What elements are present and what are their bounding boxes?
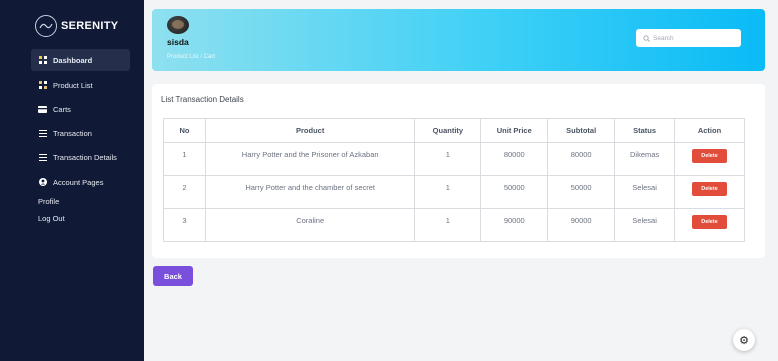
sidebar-item-product-list[interactable]: Product List: [31, 74, 130, 96]
sidebar-subitem-logout[interactable]: Log Out: [38, 214, 65, 223]
column-header: Action: [674, 118, 745, 143]
search-placeholder: Search: [653, 34, 674, 42]
cell-action: Delete: [674, 208, 745, 242]
delete-button[interactable]: Delete: [692, 149, 728, 163]
sidebar-item-label: Transaction Details: [53, 152, 117, 162]
cell-action: Delete: [674, 142, 745, 176]
logo-icon: [35, 15, 57, 37]
column-header: No: [163, 118, 206, 143]
table-row: 2 Harry Potter and the chamber of secret…: [163, 175, 745, 209]
user-name: sisda: [167, 37, 189, 47]
column-header: Product: [204, 118, 416, 143]
cell-status: Selesai: [614, 208, 676, 242]
list-icon: [38, 129, 47, 137]
cell-product: Harry Potter and the chamber of secret: [204, 175, 416, 209]
avatar[interactable]: [167, 16, 189, 34]
column-header: Quantity: [414, 118, 482, 143]
delete-button[interactable]: Delete: [692, 182, 728, 196]
sidebar-item-label: Dashboard: [53, 55, 93, 65]
cell-quantity: 1: [414, 175, 482, 209]
cell-quantity: 1: [414, 208, 482, 242]
cell-subtotal: 80000: [547, 142, 616, 176]
cell-product: Harry Potter and the Prisoner of Azkaban: [204, 142, 416, 176]
page-header: sisda Product List / Cart Search: [152, 9, 765, 71]
table-header-row: No Product Quantity Unit Price Subtotal …: [163, 118, 745, 143]
brand-name: SERENITY: [61, 20, 119, 32]
cell-no: 1: [163, 142, 206, 176]
breadcrumb: Product List / Cart: [167, 54, 216, 60]
column-header: Subtotal: [547, 118, 616, 143]
sidebar: SERENITY Dashboard Product List Carts Tr…: [0, 0, 144, 361]
sidebar-item-dashboard[interactable]: Dashboard: [31, 49, 130, 71]
cell-action: Delete: [674, 175, 745, 209]
cell-product: Coraline: [204, 208, 416, 242]
search-icon: [643, 34, 650, 42]
column-header: Unit Price: [480, 118, 549, 143]
sidebar-subitem-profile[interactable]: Profile: [38, 197, 59, 206]
list-icon: [38, 153, 47, 161]
sidebar-item-account-pages[interactable]: Account Pages: [31, 171, 130, 193]
settings-button[interactable]: ⚙: [733, 329, 755, 351]
card-title: List Transaction Details: [161, 95, 244, 104]
table-row: 1 Harry Potter and the Prisoner of Azkab…: [163, 142, 745, 176]
user-icon: [38, 178, 47, 186]
card-icon: [38, 105, 47, 113]
delete-button[interactable]: Delete: [692, 215, 728, 229]
sidebar-item-label: Account Pages: [53, 177, 104, 187]
transaction-table: No Product Quantity Unit Price Subtotal …: [163, 118, 745, 242]
sidebar-item-transaction[interactable]: Transaction: [31, 122, 130, 144]
cell-unit-price: 90000: [480, 208, 549, 242]
cell-quantity: 1: [414, 142, 482, 176]
cell-status: Dikemas: [614, 142, 676, 176]
cell-unit-price: 50000: [480, 175, 549, 209]
sidebar-item-label: Product List: [53, 80, 93, 90]
gear-icon: ⚙: [739, 334, 749, 347]
cell-subtotal: 50000: [547, 175, 616, 209]
cell-unit-price: 80000: [480, 142, 549, 176]
cell-status: Selesai: [614, 175, 676, 209]
search-input[interactable]: Search: [636, 29, 741, 47]
sidebar-item-transaction-details[interactable]: Transaction Details: [31, 146, 130, 168]
back-button[interactable]: Back: [153, 266, 193, 286]
sidebar-item-label: Transaction: [53, 128, 92, 138]
cell-subtotal: 90000: [547, 208, 616, 242]
sidebar-item-carts[interactable]: Carts: [31, 98, 130, 120]
table-row: 3 Coraline 1 90000 90000 Selesai Delete: [163, 208, 745, 242]
transaction-details-card: List Transaction Details No Product Quan…: [152, 84, 765, 258]
grid-icon: [38, 81, 47, 89]
brand[interactable]: SERENITY: [35, 15, 118, 37]
cell-no: 2: [163, 175, 206, 209]
column-header: Status: [614, 118, 676, 143]
dashboard-icon: [38, 56, 47, 64]
cell-no: 3: [163, 208, 206, 242]
sidebar-item-label: Carts: [53, 104, 71, 114]
